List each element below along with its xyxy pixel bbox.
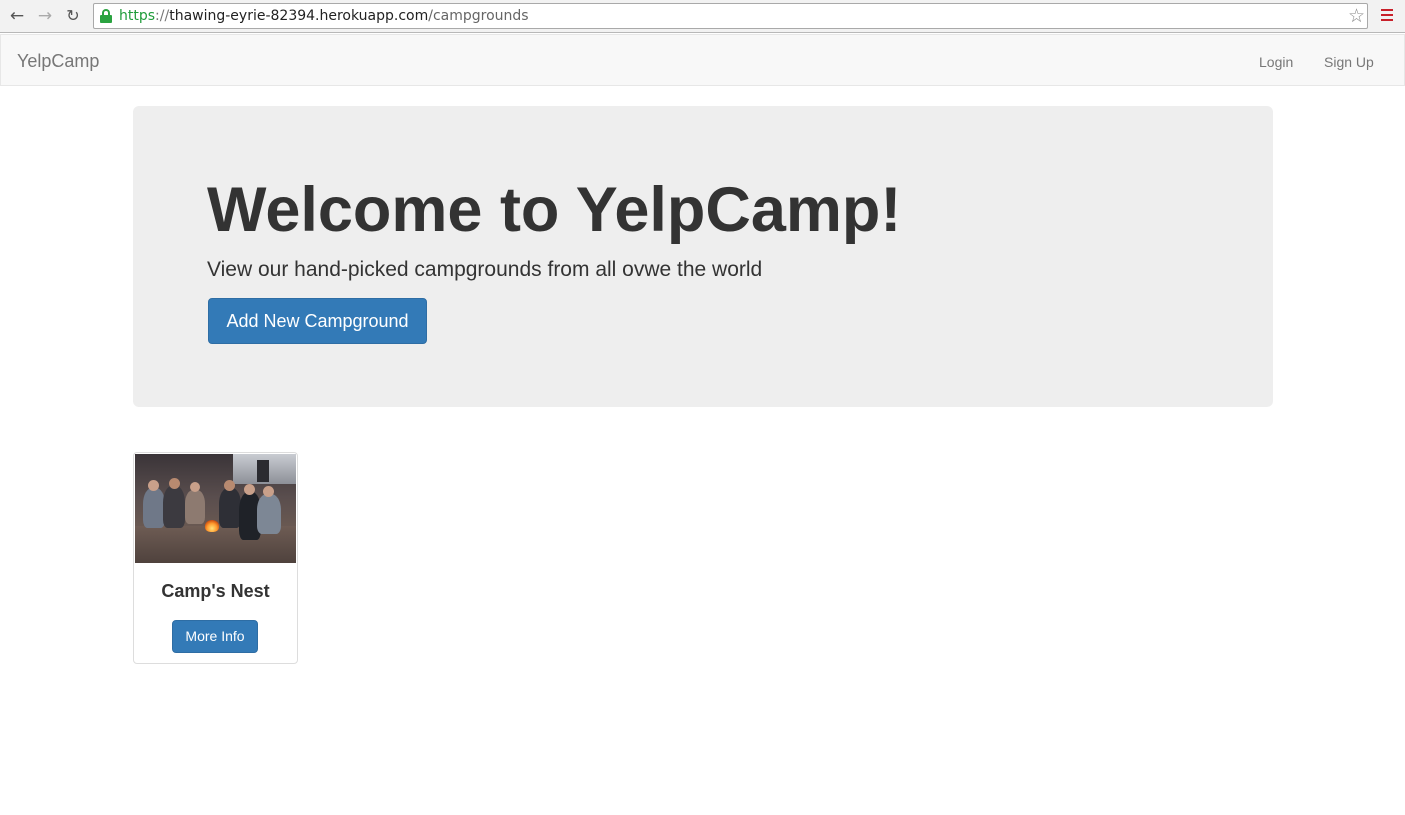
- url-separator: ://: [155, 8, 170, 24]
- url-scheme: https: [119, 8, 156, 24]
- more-info-button[interactable]: More Info: [172, 620, 258, 653]
- url-text[interactable]: https://thawing-eyrie-82394.herokuapp.co…: [119, 8, 529, 25]
- lock-icon: [100, 9, 112, 23]
- menu-icon[interactable]: [1381, 9, 1393, 21]
- signup-link[interactable]: Sign Up: [1324, 52, 1374, 72]
- navbar: YelpCamp Login Sign Up: [0, 34, 1405, 86]
- navbar-brand[interactable]: YelpCamp: [17, 51, 99, 71]
- url-host: thawing-eyrie-82394.herokuapp.com: [169, 8, 429, 24]
- back-arrow-icon[interactable]: ←: [6, 5, 28, 27]
- campground-card: Camp's Nest More Info: [133, 452, 298, 664]
- jumbotron: Welcome to YelpCamp! View our hand-picke…: [133, 106, 1273, 407]
- login-link[interactable]: Login: [1259, 52, 1293, 72]
- star-icon[interactable]: ☆: [1348, 5, 1365, 27]
- campground-image: [135, 454, 296, 563]
- page-title: Welcome to YelpCamp!: [207, 175, 902, 245]
- reload-icon[interactable]: ↻: [62, 5, 84, 27]
- campground-name: Camp's Nest: [161, 581, 270, 601]
- browser-toolbar: ← → ↻ https://thawing-eyrie-82394.heroku…: [0, 0, 1405, 33]
- forward-arrow-icon[interactable]: →: [34, 5, 56, 27]
- page-subtitle: View our hand-picked campgrounds from al…: [207, 258, 763, 281]
- address-bar[interactable]: https://thawing-eyrie-82394.herokuapp.co…: [93, 3, 1368, 29]
- add-campground-button[interactable]: Add New Campground: [208, 298, 427, 344]
- url-path: /campgrounds: [428, 8, 529, 24]
